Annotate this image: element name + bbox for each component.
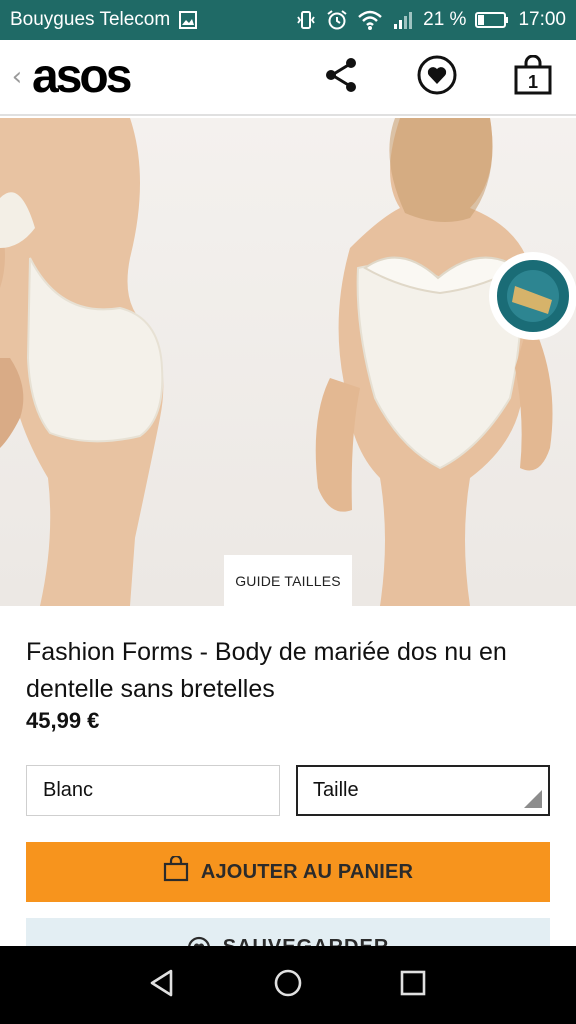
home-circle-icon xyxy=(272,967,304,1004)
image-notification-icon xyxy=(178,10,198,30)
size-guide-button[interactable]: GUIDE TAILLES xyxy=(224,555,352,606)
heart-icon xyxy=(416,54,458,101)
product-price: 45,99 € xyxy=(26,708,100,733)
product-photo xyxy=(0,118,576,606)
share-button[interactable] xyxy=(318,54,364,100)
status-bar: Bouygues Telecom 21 % 17:00 xyxy=(0,0,576,40)
recents-button[interactable] xyxy=(388,960,438,1010)
recents-square-icon xyxy=(397,967,429,1004)
add-to-bag-label: AJOUTER AU PANIER xyxy=(200,860,414,883)
product-title: Fashion Forms - Body de mariée dos nu en… xyxy=(26,638,507,703)
alarm-icon xyxy=(326,9,348,31)
signal-icon xyxy=(392,9,414,31)
clock: 17:00 xyxy=(518,9,566,30)
dropdown-corner-icon xyxy=(524,790,542,808)
app-header: ‹ asos 1 xyxy=(0,40,576,116)
navigation-bar xyxy=(0,946,576,1024)
back-triangle-icon xyxy=(147,967,179,1004)
back-button[interactable] xyxy=(138,960,188,1010)
product-image[interactable]: GUIDE TAILLES xyxy=(0,118,576,606)
battery-icon xyxy=(475,11,509,29)
bag-count-badge: 1 xyxy=(527,72,538,92)
carrier-name: Bouygues Telecom xyxy=(10,9,171,30)
battery-percentage: 21 % xyxy=(423,9,467,30)
wifi-icon xyxy=(357,9,383,31)
size-select-placeholder: Taille xyxy=(313,779,359,801)
wishlist-button[interactable] xyxy=(414,54,460,100)
share-icon xyxy=(321,55,361,100)
back-chevron-icon[interactable]: ‹ xyxy=(4,62,30,92)
header-actions: 1 xyxy=(318,54,556,100)
bag-button[interactable]: 1 xyxy=(510,54,556,100)
size-select[interactable]: Taille xyxy=(296,765,550,816)
asos-logo[interactable]: asos xyxy=(32,53,132,101)
add-to-bag-button[interactable]: AJOUTER AU PANIER xyxy=(26,842,550,902)
home-button[interactable] xyxy=(263,960,313,1010)
vibrate-icon xyxy=(295,9,317,31)
bag-icon xyxy=(163,854,189,888)
colour-select[interactable]: Blanc xyxy=(26,765,280,816)
colour-select-value: Blanc xyxy=(43,779,94,801)
